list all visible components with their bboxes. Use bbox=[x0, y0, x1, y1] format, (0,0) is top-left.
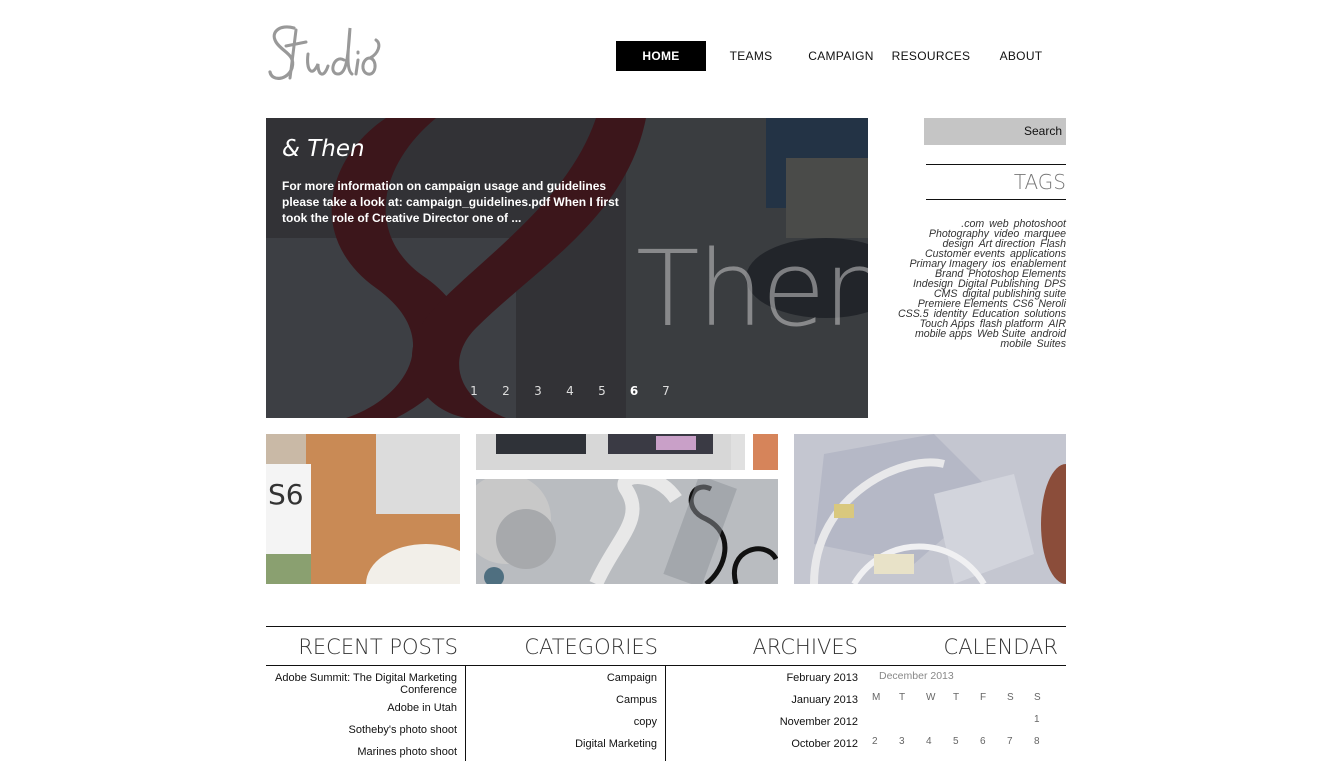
calendar-week-row: 1 bbox=[872, 714, 1061, 725]
calendar-day bbox=[872, 714, 899, 725]
weekday-label: M bbox=[872, 692, 881, 703]
calendar-heading: CALENDAR bbox=[943, 635, 1058, 659]
tags-heading: TAGS bbox=[926, 164, 1066, 200]
nav-resources[interactable]: RESOURCES bbox=[886, 41, 976, 71]
nav-about[interactable]: ABOUT bbox=[976, 41, 1066, 71]
footer-top-rule bbox=[266, 626, 1066, 627]
hero-slider[interactable]: Then & Then For more information on camp… bbox=[266, 118, 868, 418]
calendar-day: 3 bbox=[899, 736, 905, 747]
calendar-day: 4 bbox=[926, 736, 932, 747]
thumbnail-orange[interactable] bbox=[753, 434, 778, 470]
archives-list: February 2013 January 2013 November 2012… bbox=[666, 666, 866, 761]
weekday-label: T bbox=[953, 692, 960, 703]
archives-heading: ARCHIVES bbox=[752, 635, 858, 659]
thumbnail-coffee-cs6[interactable]: S6 bbox=[266, 434, 460, 584]
hero-title[interactable]: & Then bbox=[282, 136, 365, 162]
archive-link[interactable]: February 2013 bbox=[666, 672, 858, 684]
slide-page-5[interactable]: 5 bbox=[586, 384, 618, 398]
category-link[interactable]: Campus bbox=[466, 694, 657, 706]
slide-page-2[interactable]: 2 bbox=[490, 384, 522, 398]
hero-excerpt: For more information on campaign usage a… bbox=[282, 179, 619, 225]
recent-post-link[interactable]: Adobe in Utah bbox=[266, 702, 457, 714]
calendar-day: 7 bbox=[1007, 736, 1013, 747]
weekday-label: W bbox=[926, 692, 936, 703]
calendar-widget: December 2013 M T W T F S S 1 2 3 4 5 6 … bbox=[866, 666, 1066, 761]
hero-large-text: Then bbox=[636, 228, 868, 350]
nav-campaign[interactable]: CAMPAIGN bbox=[796, 41, 886, 71]
weekday-label: S bbox=[1007, 692, 1014, 703]
weekday-label: T bbox=[899, 692, 906, 703]
calendar-day: 5 bbox=[953, 736, 959, 747]
categories-list: Campaign Campus copy Digital Marketing bbox=[466, 666, 666, 761]
recent-post-link[interactable]: Adobe Summit: The Digital Marketing Conf… bbox=[266, 672, 457, 696]
recent-posts-heading: RECENT POSTS bbox=[298, 635, 458, 659]
slide-page-1[interactable]: 1 bbox=[458, 384, 490, 398]
categories-heading: CATEGORIES bbox=[524, 635, 658, 659]
tag-cloud: .com web photoshoot Photography video ma… bbox=[896, 219, 1066, 350]
calendar-day bbox=[1007, 714, 1034, 725]
recent-posts-list: Adobe Summit: The Digital Marketing Conf… bbox=[266, 666, 466, 761]
calendar-day bbox=[980, 714, 1007, 725]
calendar-month: December 2013 bbox=[879, 670, 954, 682]
svg-text:S6: S6 bbox=[268, 478, 304, 511]
tag-link[interactable]: mobile bbox=[1000, 338, 1031, 350]
calendar-week-row: 2 3 4 5 6 7 8 bbox=[872, 736, 1061, 747]
tag-link[interactable]: mobile apps bbox=[915, 328, 972, 340]
slide-page-6[interactable]: 6 bbox=[618, 384, 650, 398]
thumbnail-eye-ampersand[interactable] bbox=[476, 479, 778, 584]
slide-page-4[interactable]: 4 bbox=[554, 384, 586, 398]
thumbnail-collage[interactable] bbox=[794, 434, 1066, 584]
calendar-day: 6 bbox=[980, 736, 986, 747]
calendar-weekdays: M T W T F S S bbox=[872, 692, 1061, 703]
calendar-day: 1 bbox=[1034, 714, 1040, 725]
calendar-day bbox=[926, 714, 953, 725]
recent-post-link[interactable]: Sotheby's photo shoot bbox=[266, 724, 457, 736]
page-container: HOME TEAMS CAMPAIGN RESOURCES ABOUT Then… bbox=[266, 0, 1066, 761]
category-link[interactable]: copy bbox=[466, 716, 657, 728]
category-link[interactable]: Campaign bbox=[466, 672, 657, 684]
main-nav: HOME TEAMS CAMPAIGN RESOURCES ABOUT bbox=[616, 41, 1066, 71]
calendar-day bbox=[953, 714, 980, 725]
calendar-day bbox=[899, 714, 926, 725]
nav-home[interactable]: HOME bbox=[616, 41, 706, 71]
thumbnail-screens[interactable] bbox=[476, 434, 745, 470]
archive-link[interactable]: January 2013 bbox=[666, 694, 858, 706]
archive-link[interactable]: November 2012 bbox=[666, 716, 858, 728]
recent-post-link[interactable]: Marines photo shoot bbox=[266, 746, 457, 758]
search-button[interactable]: Search bbox=[924, 118, 1066, 145]
calendar-day: 8 bbox=[1034, 736, 1040, 747]
category-link[interactable]: Digital Marketing bbox=[466, 738, 657, 750]
nav-teams[interactable]: TEAMS bbox=[706, 41, 796, 71]
studio-logo[interactable] bbox=[266, 20, 384, 90]
slider-pagination: 1 2 3 4 5 6 7 bbox=[458, 384, 682, 398]
slide-page-3[interactable]: 3 bbox=[522, 384, 554, 398]
weekday-label: F bbox=[980, 692, 987, 703]
archive-link[interactable]: October 2012 bbox=[666, 738, 858, 750]
calendar-day: 2 bbox=[872, 736, 878, 747]
slide-page-7[interactable]: 7 bbox=[650, 384, 682, 398]
weekday-label: S bbox=[1034, 692, 1041, 703]
tag-link[interactable]: Suites bbox=[1037, 338, 1066, 350]
